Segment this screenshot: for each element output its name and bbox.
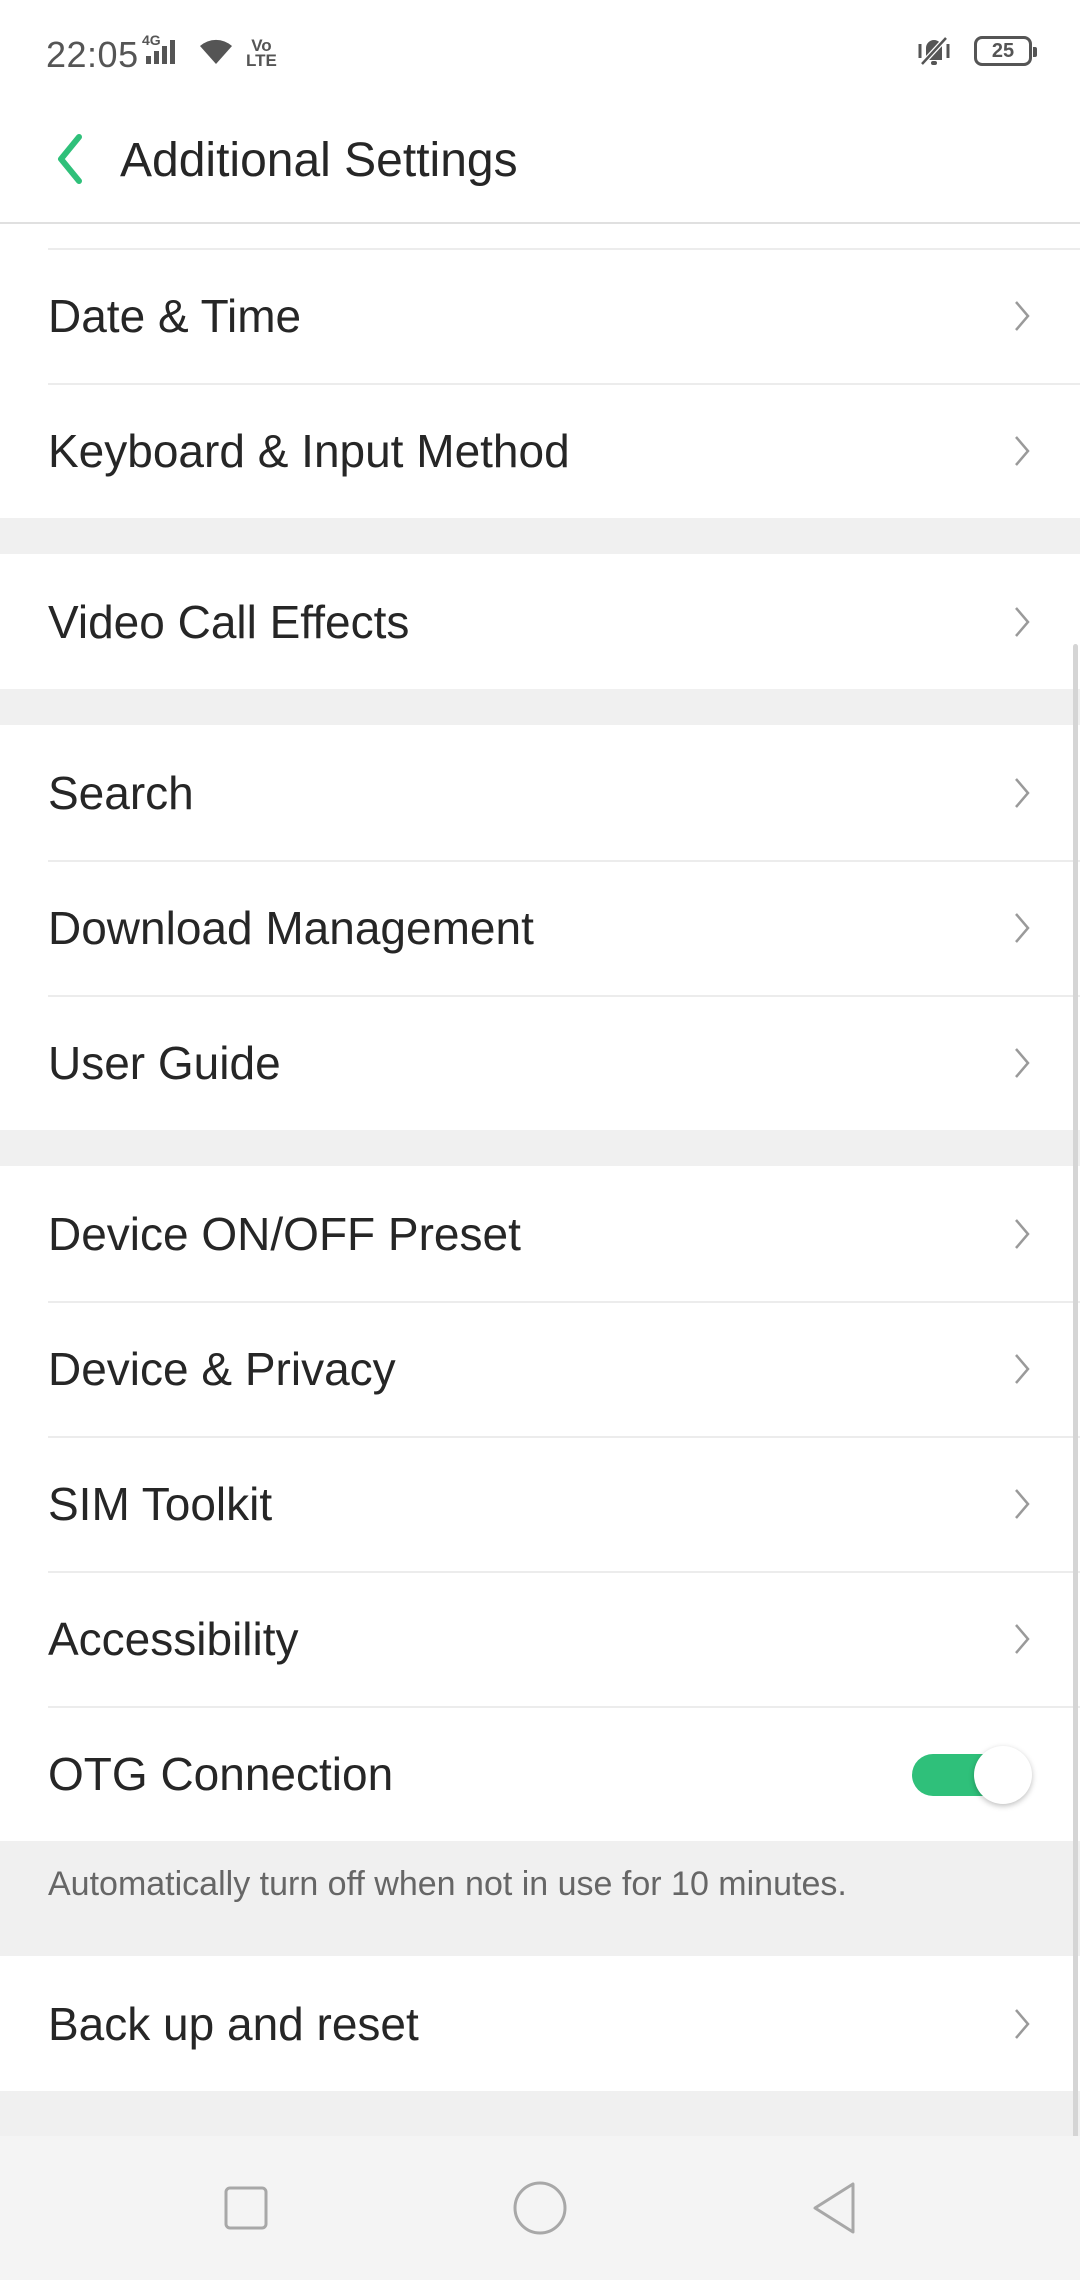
setting-label: Device ON/OFF Preset <box>48 1207 521 1260</box>
setting-label: Video Call Effects <box>48 595 410 648</box>
volte-line2: LTE <box>246 51 277 70</box>
chevron-right-icon <box>1015 777 1030 808</box>
otg-connection-toggle[interactable] <box>912 1745 1032 1804</box>
chevron-right-icon <box>1015 300 1030 331</box>
chevron-right-icon <box>1015 2008 1030 2039</box>
setting-otg-connection[interactable]: OTG Connection <box>0 1706 1080 1841</box>
status-left-icons: 4G Vo LTE <box>142 32 277 70</box>
status-bar: 22:05 4G Vo LTE 25 <box>0 0 1080 110</box>
setting-label: User Guide <box>48 1036 281 1089</box>
wifi-icon <box>196 34 236 68</box>
status-right-icons: 25 <box>912 34 1037 68</box>
setting-accessibility[interactable]: Accessibility <box>0 1571 1080 1706</box>
vibrate-icon <box>912 34 956 68</box>
chevron-right-icon <box>1015 1353 1030 1384</box>
setting-keyboard-input-method[interactable]: Keyboard & Input Method <box>0 383 1080 518</box>
setting-label: Date & Time <box>48 289 302 342</box>
page-title: Additional Settings <box>120 134 518 187</box>
settings-group-5: Back up and reset <box>0 1956 1080 2091</box>
navigation-bar <box>0 2136 1080 2280</box>
back-button[interactable] <box>40 124 100 194</box>
chevron-left-icon <box>58 134 82 184</box>
setting-label: Back up and reset <box>48 1997 419 2050</box>
triangle-back-icon <box>813 2182 855 2234</box>
signal-icon: 4G <box>142 32 186 68</box>
settings-group-4: Device ON/OFF Preset Device & Privacy SI… <box>0 1166 1080 1841</box>
circle-icon <box>513 2181 567 2235</box>
settings-group-1: Date & Time Keyboard & Input Method <box>0 224 1080 518</box>
setting-sim-toolkit[interactable]: SIM Toolkit <box>0 1436 1080 1571</box>
chevron-right-icon <box>1015 435 1030 466</box>
setting-device-on-off-preset[interactable]: Device ON/OFF Preset <box>0 1166 1080 1301</box>
settings-list[interactable]: Date & Time Keyboard & Input Method Vide… <box>0 224 1080 2136</box>
otg-connection-note: Automatically turn off when not in use f… <box>0 1841 1080 1956</box>
battery-icon: 25 <box>974 36 1037 66</box>
volte-icon: Vo LTE <box>246 37 277 70</box>
chevron-right-icon <box>1015 1218 1030 1249</box>
setting-user-guide[interactable]: User Guide <box>0 995 1080 1130</box>
setting-label: Search <box>48 766 194 819</box>
recent-apps-button[interactable] <box>208 2170 284 2246</box>
setting-date-time[interactable]: Date & Time <box>0 248 1080 383</box>
settings-group-3: Search Download Management User Guide <box>0 725 1080 1130</box>
setting-label: Download Management <box>48 901 534 954</box>
square-icon <box>224 2186 268 2230</box>
chevron-right-icon <box>1015 1488 1030 1519</box>
home-button[interactable] <box>502 2170 578 2246</box>
app-header: Additional Settings <box>0 110 1080 224</box>
setting-search[interactable]: Search <box>0 725 1080 860</box>
toggle-knob <box>974 1745 1032 1804</box>
setting-label: Accessibility <box>48 1612 299 1665</box>
scrollbar[interactable] <box>1073 644 1078 2136</box>
back-button-nav[interactable] <box>796 2170 872 2246</box>
setting-label: Keyboard & Input Method <box>48 424 570 477</box>
screen: 22:05 4G Vo LTE 25 Additional Settings D… <box>0 0 1080 2280</box>
chevron-right-icon <box>1015 912 1030 943</box>
setting-label: Device & Privacy <box>48 1342 396 1395</box>
status-time: 22:05 <box>46 34 139 75</box>
setting-label: SIM Toolkit <box>48 1477 273 1530</box>
setting-video-call-effects[interactable]: Video Call Effects <box>0 554 1080 689</box>
chevron-right-icon <box>1015 606 1030 637</box>
chevron-right-icon <box>1015 1623 1030 1654</box>
chevron-right-icon <box>1015 1047 1030 1078</box>
setting-back-up-and-reset[interactable]: Back up and reset <box>0 1956 1080 2091</box>
settings-group-2: Video Call Effects <box>0 554 1080 689</box>
setting-download-management[interactable]: Download Management <box>0 860 1080 995</box>
setting-device-privacy[interactable]: Device & Privacy <box>0 1301 1080 1436</box>
